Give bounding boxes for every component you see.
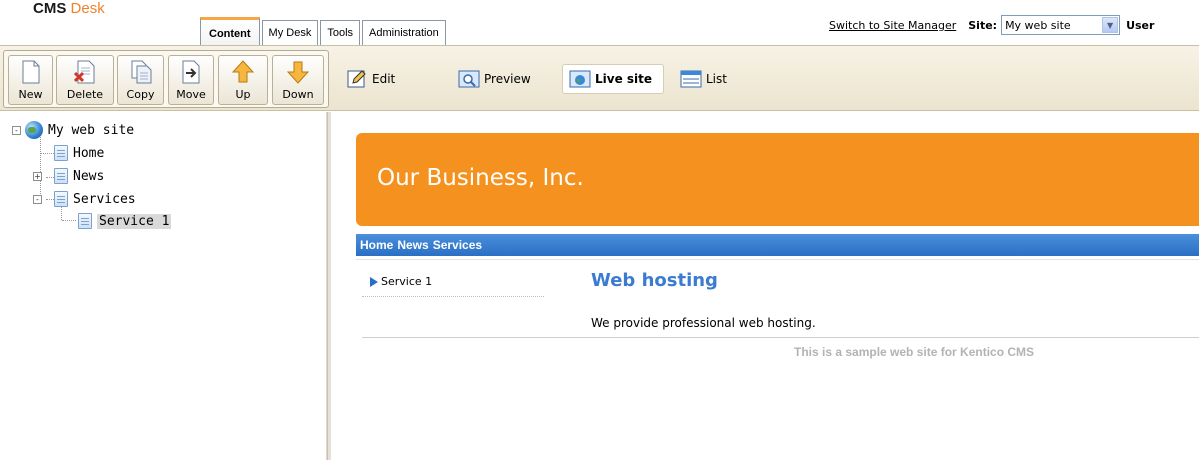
move-button-label: Move (176, 88, 206, 101)
cms-desk-logo: CMS Desk (33, 0, 105, 17)
site-menu: Home News Services (356, 234, 1199, 256)
tree-node-news[interactable]: + News (33, 166, 104, 186)
site-select[interactable]: My web site ▼ (1001, 15, 1121, 35)
move-button[interactable]: Move (168, 55, 214, 105)
page-heading: Web hosting (591, 270, 718, 291)
move-document-icon (179, 60, 203, 84)
document-icon (54, 191, 68, 207)
site-title: Our Business, Inc. (377, 165, 584, 191)
tab-my-desk[interactable]: My Desk (261, 20, 319, 45)
switch-to-site-manager-link[interactable]: Switch to Site Manager (829, 19, 956, 32)
tab-content[interactable]: Content (200, 17, 260, 45)
edit-icon (346, 69, 368, 89)
tree-node-label[interactable]: Service 1 (97, 213, 172, 229)
main-tabs: Content My Desk Tools Administration (200, 17, 448, 45)
edit-view-label: Edit (372, 72, 396, 86)
up-button-label: Up (235, 88, 251, 101)
site-menu-services[interactable]: Services (433, 238, 482, 252)
new-button[interactable]: New (8, 55, 53, 105)
tree-connector (62, 220, 76, 221)
arrow-down-icon (286, 60, 310, 84)
content-tree: - My web site Home + News - Services Ser… (0, 112, 327, 460)
copy-button[interactable]: Copy (117, 55, 164, 105)
tree-node-root[interactable]: - My web site (12, 120, 134, 140)
live-site-view-label: Live site (595, 72, 653, 86)
arrow-up-icon (231, 60, 255, 84)
tree-node-label[interactable]: Services (73, 192, 136, 207)
site-menu-home[interactable]: Home (360, 238, 393, 252)
tree-node-label[interactable]: News (73, 169, 104, 184)
submenu-label[interactable]: Service 1 (381, 275, 432, 288)
copy-document-icon (129, 60, 153, 84)
submenu-service-1[interactable]: Service 1 (370, 275, 432, 288)
document-icon (54, 168, 68, 184)
document-icon (54, 145, 68, 161)
triangle-right-icon (370, 276, 378, 287)
tree-node-label[interactable]: Home (73, 146, 104, 161)
toolbar: New Delete Copy Move Up Down Edit Previe… (0, 45, 1199, 111)
divider (362, 296, 544, 297)
collapse-icon[interactable]: - (33, 194, 42, 204)
divider (362, 337, 1199, 338)
list-view-button[interactable]: List (674, 64, 733, 94)
header-right: Switch to Site Manager Site: My web site… (829, 14, 1154, 36)
down-button[interactable]: Down (272, 55, 324, 105)
preview-view-button[interactable]: Preview (452, 64, 537, 94)
delete-button-label: Delete (66, 88, 104, 101)
live-site-icon (569, 69, 591, 89)
site-footer: This is a sample web site for Kentico CM… (794, 345, 1035, 359)
tree-connector (41, 153, 54, 154)
collapse-icon[interactable]: - (12, 125, 21, 135)
tree-node-service-1[interactable]: Service 1 (78, 211, 172, 231)
app-header: CMS Desk Content My Desk Tools Administr… (0, 0, 1199, 45)
tree-node-home[interactable]: Home (54, 143, 104, 163)
list-icon (680, 69, 702, 89)
site-banner: Our Business, Inc. (356, 133, 1199, 226)
delete-button[interactable]: Delete (56, 55, 114, 105)
document-actions-group: New Delete Copy Move Up Down (3, 50, 329, 108)
site-label: Site: (968, 18, 998, 32)
globe-icon (25, 121, 43, 139)
document-icon (78, 213, 92, 229)
list-view-label: List (706, 72, 727, 86)
page-body-text: We provide professional web hosting. (591, 316, 816, 330)
edit-view-button[interactable]: Edit (340, 64, 401, 94)
site-select-value: My web site (1005, 18, 1071, 32)
preview-view-label: Preview (484, 72, 531, 86)
live-site-frame: Our Business, Inc. Home News Services Se… (331, 112, 1199, 460)
tree-node-services[interactable]: - Services (33, 189, 136, 209)
tree-node-label[interactable]: My web site (48, 123, 134, 138)
preview-icon (458, 69, 480, 89)
new-document-icon (19, 60, 43, 84)
logo-desk-text: Desk (70, 0, 105, 17)
delete-document-icon (73, 60, 97, 84)
tab-administration[interactable]: Administration (362, 20, 446, 45)
user-label: User (1126, 18, 1155, 32)
chevron-down-icon[interactable]: ▼ (1102, 17, 1119, 33)
site-menu-news[interactable]: News (397, 238, 428, 252)
divider (356, 259, 1199, 260)
expand-icon[interactable]: + (33, 171, 42, 181)
up-button[interactable]: Up (218, 55, 268, 105)
down-button-label: Down (282, 88, 314, 101)
copy-button-label: Copy (126, 88, 155, 101)
logo-cms-text: CMS (33, 0, 67, 17)
live-site-view-button[interactable]: Live site (562, 64, 664, 94)
new-button-label: New (18, 88, 43, 101)
tab-tools[interactable]: Tools (320, 20, 361, 45)
